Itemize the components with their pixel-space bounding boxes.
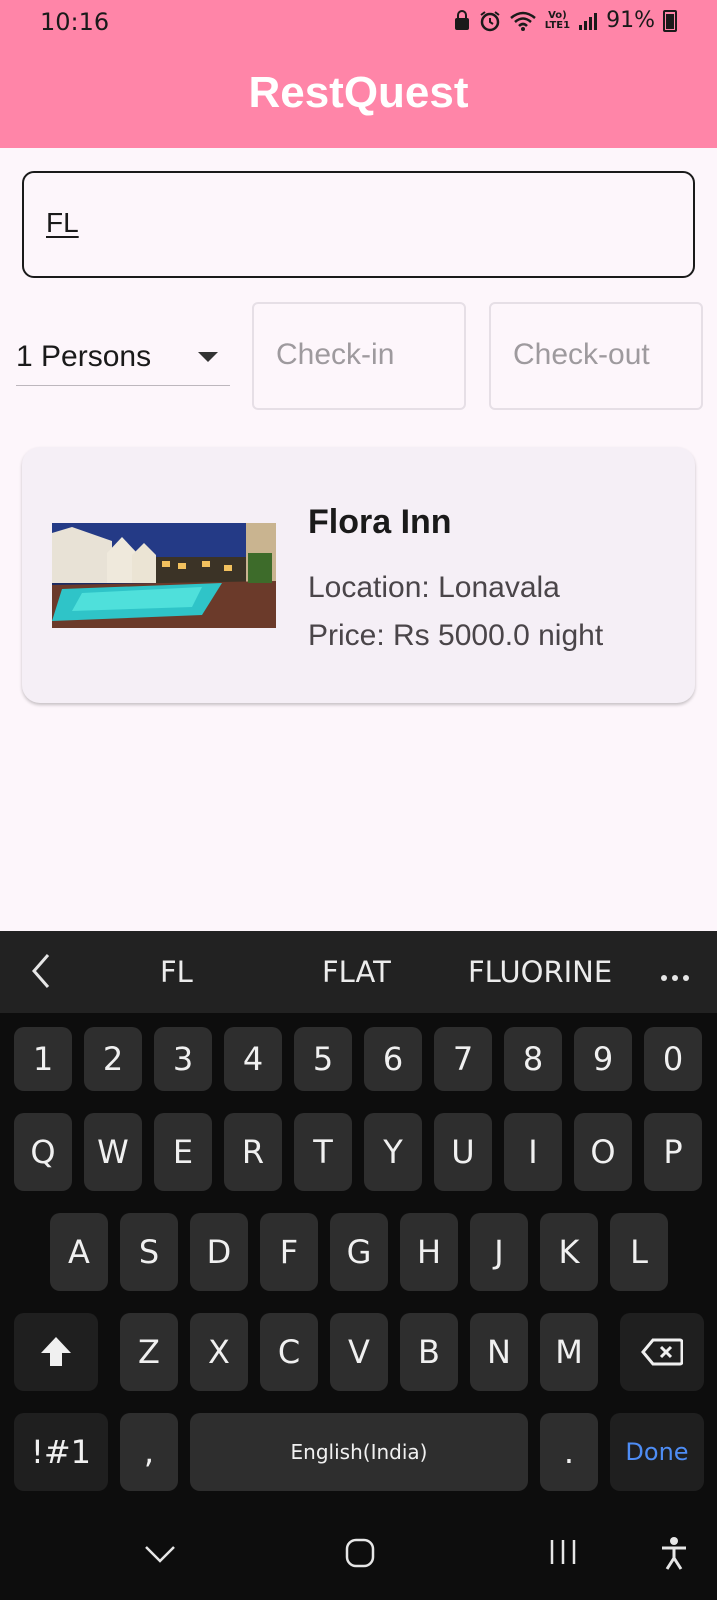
key-w[interactable]: W bbox=[84, 1113, 142, 1191]
hotel-card[interactable]: Flora Inn Location: Lonavala Price: Rs 5… bbox=[22, 447, 695, 703]
key-r[interactable]: R bbox=[224, 1113, 282, 1191]
key-0[interactable]: 0 bbox=[644, 1027, 702, 1091]
key-b[interactable]: B bbox=[400, 1313, 458, 1391]
search-input-value: FL bbox=[46, 207, 79, 238]
shift-icon bbox=[41, 1337, 71, 1366]
done-label: Done bbox=[625, 1438, 689, 1466]
battery-percent: 91% bbox=[606, 8, 655, 33]
shift-key[interactable] bbox=[14, 1313, 98, 1391]
key-s[interactable]: S bbox=[120, 1213, 178, 1291]
key-4[interactable]: 4 bbox=[224, 1027, 282, 1091]
navigation-bar bbox=[0, 1508, 717, 1600]
period-key[interactable]: . bbox=[540, 1413, 598, 1491]
key-c[interactable]: C bbox=[260, 1313, 318, 1391]
backspace-icon bbox=[641, 1338, 683, 1366]
battery-icon bbox=[663, 9, 677, 32]
more-icon[interactable] bbox=[660, 969, 690, 987]
check-in-field[interactable]: Check-in bbox=[252, 302, 466, 410]
wifi-icon bbox=[509, 10, 537, 32]
dropdown-arrow-icon bbox=[198, 352, 218, 362]
comma-key[interactable]: , bbox=[120, 1413, 178, 1491]
hotel-name: Flora Inn bbox=[308, 503, 452, 541]
key-l[interactable]: L bbox=[610, 1213, 668, 1291]
key-z[interactable]: Z bbox=[120, 1313, 178, 1391]
key-o[interactable]: O bbox=[574, 1113, 632, 1191]
key-p[interactable]: P bbox=[644, 1113, 702, 1191]
key-9[interactable]: 9 bbox=[574, 1027, 632, 1091]
check-in-placeholder: Check-in bbox=[276, 338, 395, 371]
backspace-key[interactable] bbox=[620, 1313, 704, 1391]
accessibility-icon[interactable] bbox=[660, 1536, 688, 1575]
key-g[interactable]: G bbox=[330, 1213, 388, 1291]
lock-icon bbox=[453, 9, 471, 32]
key-t[interactable]: T bbox=[294, 1113, 352, 1191]
done-key[interactable]: Done bbox=[610, 1413, 704, 1491]
key-2[interactable]: 2 bbox=[84, 1027, 142, 1091]
key-u[interactable]: U bbox=[434, 1113, 492, 1191]
space-key[interactable]: English(India) bbox=[190, 1413, 528, 1491]
key-k[interactable]: K bbox=[540, 1213, 598, 1291]
key-h[interactable]: H bbox=[400, 1213, 458, 1291]
app-title: RestQuest bbox=[248, 68, 469, 117]
check-out-placeholder: Check-out bbox=[513, 338, 650, 371]
key-n[interactable]: N bbox=[470, 1313, 528, 1391]
key-5[interactable]: 5 bbox=[294, 1027, 352, 1091]
suggestion-2[interactable]: FLAT bbox=[322, 955, 391, 989]
symbols-key[interactable]: !#1 bbox=[14, 1413, 108, 1491]
key-7[interactable]: 7 bbox=[434, 1027, 492, 1091]
status-icons: Vo) LTE1 91% bbox=[453, 8, 677, 33]
key-i[interactable]: I bbox=[504, 1113, 562, 1191]
hide-keyboard-icon[interactable] bbox=[144, 1544, 176, 1569]
suggestion-bar: FL FLAT FLUORINE bbox=[0, 931, 717, 1013]
key-x[interactable]: X bbox=[190, 1313, 248, 1391]
suggestion-1[interactable]: FL bbox=[160, 955, 193, 989]
key-f[interactable]: F bbox=[260, 1213, 318, 1291]
hotel-location: Location: Lonavala bbox=[308, 571, 560, 604]
app-bar: 10:16 Vo) LTE1 91% RestQuest bbox=[0, 0, 717, 148]
recent-apps-icon[interactable] bbox=[548, 1538, 578, 1571]
home-icon[interactable] bbox=[345, 1538, 375, 1573]
keyboard: FL FLAT FLUORINE 1 2 3 4 5 6 7 8 9 0 Q W… bbox=[0, 931, 717, 1600]
signal-icon bbox=[578, 11, 598, 31]
check-out-field[interactable]: Check-out bbox=[489, 302, 703, 410]
key-1[interactable]: 1 bbox=[14, 1027, 72, 1091]
status-time: 10:16 bbox=[40, 8, 110, 36]
key-6[interactable]: 6 bbox=[364, 1027, 422, 1091]
search-input[interactable]: FL bbox=[22, 171, 695, 278]
key-8[interactable]: 8 bbox=[504, 1027, 562, 1091]
persons-label: 1 Persons bbox=[16, 340, 152, 373]
key-y[interactable]: Y bbox=[364, 1113, 422, 1191]
lte-icon: Vo) LTE1 bbox=[544, 9, 571, 31]
space-key-label: English(India) bbox=[290, 1440, 428, 1464]
suggestion-3[interactable]: FLUORINE bbox=[468, 955, 612, 989]
key-a[interactable]: A bbox=[50, 1213, 108, 1291]
key-q[interactable]: Q bbox=[14, 1113, 72, 1191]
key-j[interactable]: J bbox=[470, 1213, 528, 1291]
back-icon[interactable] bbox=[30, 951, 52, 996]
alarm-icon bbox=[479, 10, 501, 32]
persons-dropdown[interactable]: 1 Persons bbox=[16, 334, 230, 386]
hotel-image bbox=[52, 523, 276, 628]
key-e[interactable]: E bbox=[154, 1113, 212, 1191]
hotel-price: Price: Rs 5000.0 night bbox=[308, 619, 604, 652]
key-m[interactable]: M bbox=[540, 1313, 598, 1391]
key-v[interactable]: V bbox=[330, 1313, 388, 1391]
key-3[interactable]: 3 bbox=[154, 1027, 212, 1091]
key-d[interactable]: D bbox=[190, 1213, 248, 1291]
